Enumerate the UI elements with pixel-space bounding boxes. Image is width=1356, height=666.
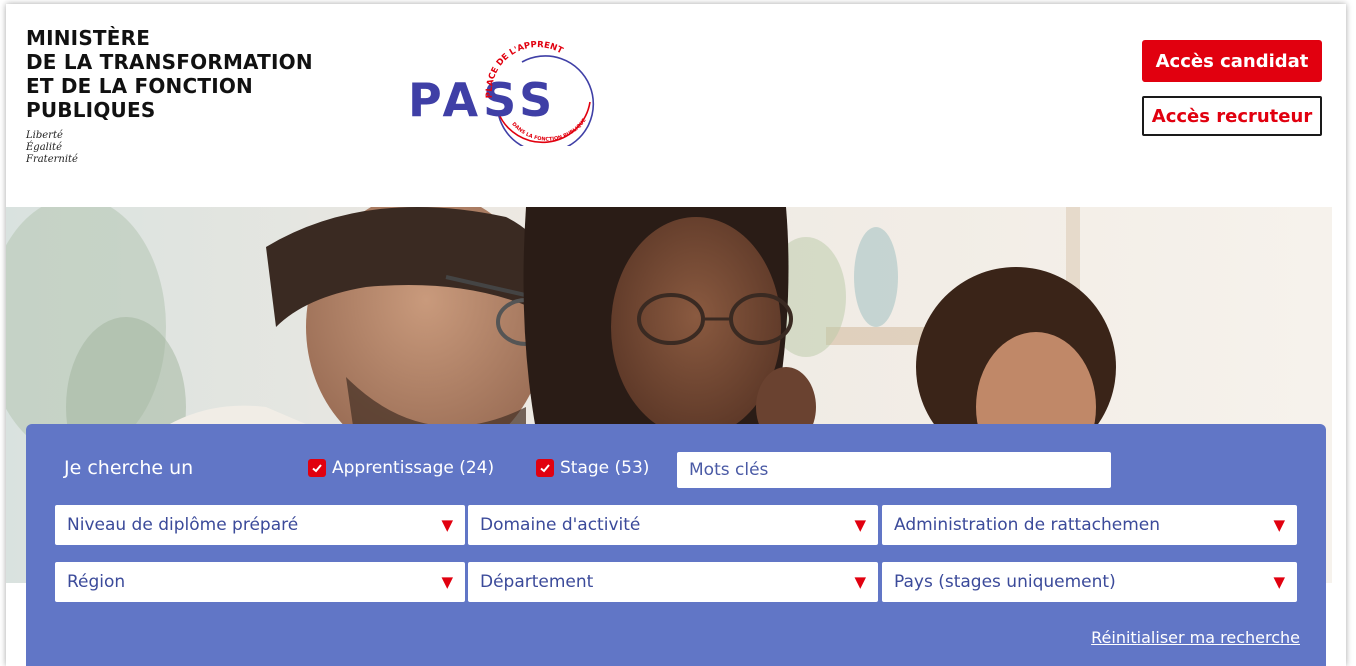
recruiter-access-button[interactable]: Accès recruteur: [1142, 96, 1322, 136]
caret-down-icon: ▼: [441, 573, 453, 591]
search-label: Je cherche un: [64, 457, 194, 479]
apprentissage-label: Apprentissage (24): [332, 458, 495, 478]
stage-label: Stage (53): [560, 458, 650, 478]
motto-line: Liberté: [26, 130, 63, 141]
ministry-line: PUBLIQUES: [26, 98, 156, 122]
candidate-access-button[interactable]: Accès candidat: [1142, 40, 1322, 82]
select-value: Niveau de diplôme préparé: [67, 515, 299, 535]
checkbox-checked-icon[interactable]: [308, 459, 326, 477]
select-value: Domaine d'activité: [480, 515, 641, 535]
page-frame: MINISTÈRE DE LA TRANSFORMATION ET DE LA …: [6, 4, 1346, 666]
caret-down-icon: ▼: [854, 573, 866, 591]
administration-select[interactable]: Administration de rattachemen ▼: [882, 505, 1297, 545]
pass-logo-text: PASS: [408, 73, 557, 127]
caret-down-icon: ▼: [1273, 516, 1285, 534]
caret-down-icon: ▼: [441, 516, 453, 534]
ministry-name: MINISTÈRE DE LA TRANSFORMATION ET DE LA …: [26, 26, 313, 122]
select-value: Région: [67, 572, 126, 592]
caret-down-icon: ▼: [1273, 573, 1285, 591]
activity-domain-select[interactable]: Domaine d'activité ▼: [468, 505, 878, 545]
region-select[interactable]: Région ▼: [55, 562, 465, 602]
apprentissage-checkbox[interactable]: Apprentissage (24): [308, 458, 494, 478]
select-value: Administration de rattachemen: [894, 515, 1160, 535]
keywords-input[interactable]: [677, 452, 1111, 488]
republic-motto: Liberté Égalité Fraternité: [26, 130, 78, 166]
reset-search-link[interactable]: Réinitialiser ma recherche: [1091, 628, 1300, 647]
select-value: Département: [480, 572, 594, 592]
ministry-line: MINISTÈRE: [26, 26, 151, 50]
diploma-level-select[interactable]: Niveau de diplôme préparé ▼: [55, 505, 465, 545]
caret-down-icon: ▼: [854, 516, 866, 534]
ministry-line: ET DE LA FONCTION: [26, 74, 253, 98]
select-value: Pays (stages uniquement): [894, 572, 1116, 592]
motto-line: Égalité: [26, 142, 62, 153]
stage-checkbox[interactable]: Stage (53): [536, 458, 649, 478]
country-select[interactable]: Pays (stages uniquement) ▼: [882, 562, 1297, 602]
checkbox-checked-icon[interactable]: [536, 459, 554, 477]
department-select[interactable]: Département ▼: [468, 562, 878, 602]
pass-logo[interactable]: PASS PLACE DE L'APPRENTISSAGE ET DES STA…: [402, 26, 602, 146]
search-panel: Je cherche un Apprentissage (24) Stage (…: [26, 424, 1326, 666]
motto-line: Fraternité: [26, 154, 78, 165]
ministry-line: DE LA TRANSFORMATION: [26, 50, 313, 74]
